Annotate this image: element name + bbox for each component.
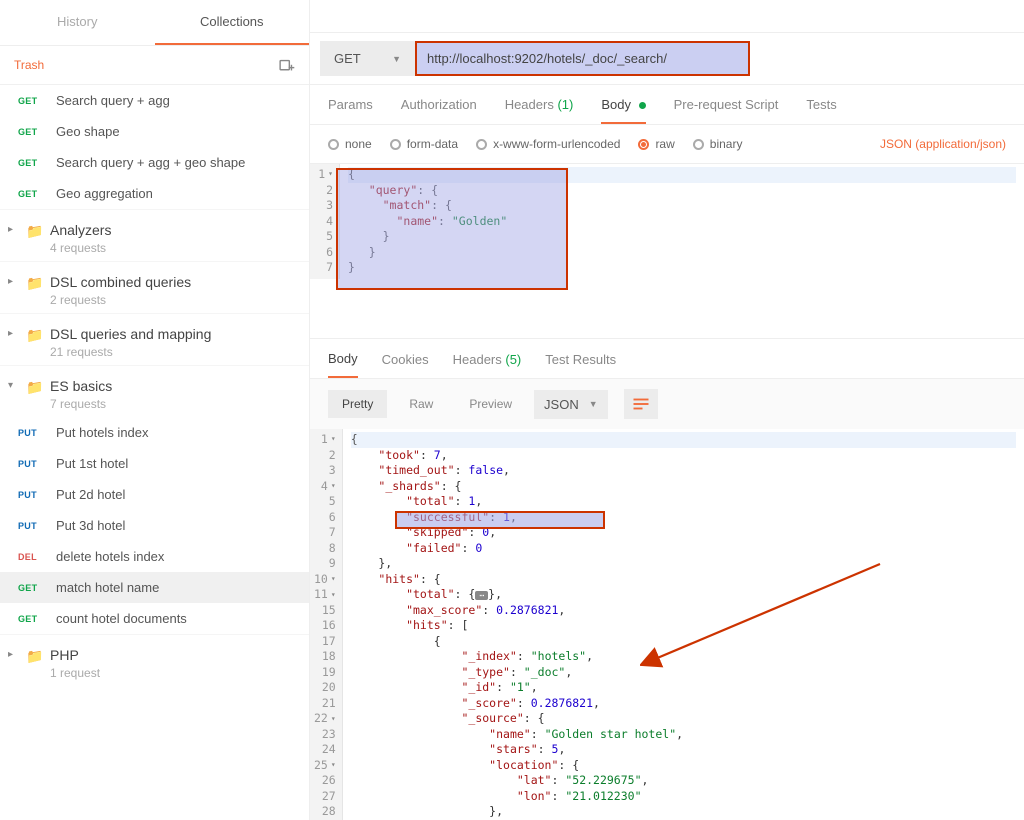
request-name: Put 1st hotel [56,456,128,471]
method-badge: PUT [18,490,42,500]
folder-name: ES basics [50,378,112,394]
method-badge: PUT [18,428,42,438]
url-input[interactable]: http://localhost:9202/hotels/_doc/_searc… [415,41,750,76]
request-name: Put hotels index [56,425,149,440]
folder-name: Analyzers [50,222,111,238]
request-name: Search query + agg + geo shape [56,155,245,170]
tab-collections[interactable]: Collections [155,0,310,45]
sidebar-request[interactable]: GET Search query + agg + geo shape [0,147,309,178]
chevron-down-icon: ▼ [392,54,401,64]
sidebar-request[interactable]: DEL delete hotels index [0,541,309,572]
wrap-lines-icon[interactable] [624,389,658,419]
format-select[interactable]: JSON ▼ [534,390,608,419]
chevron-down-icon: ▼ [589,399,598,409]
sidebar-folder[interactable]: ▸ 📁 DSL queries and mapping 21 requests [0,313,309,365]
sidebar-list[interactable]: GET Search query + agg GET Geo shape GET Sear… [0,85,309,820]
folder-name: DSL queries and mapping [50,326,211,342]
sidebar-folder[interactable]: ▸ 📁 PHP 1 request [0,634,309,686]
resp-tab-tests[interactable]: Test Results [545,352,616,377]
method-badge: GET [18,158,42,168]
url-bar: GET ▼ http://localhost:9202/hotels/_doc/… [310,33,1024,85]
request-name: count hotel documents [56,611,187,626]
tab-authorization[interactable]: Authorization [401,97,477,124]
chevron-icon: ▸ [8,274,18,287]
resp-tab-body[interactable]: Body [328,351,358,378]
method-badge: GET [18,614,42,624]
sidebar-request[interactable]: GET Geo shape [0,116,309,147]
sidebar-folder[interactable]: ▾ 📁 ES basics 7 requests [0,365,309,417]
method-badge: DEL [18,552,42,562]
chevron-icon: ▾ [8,378,18,391]
tab-prerequest[interactable]: Pre-request Script [674,97,779,124]
body-changed-dot-icon [639,102,646,109]
sidebar-request[interactable]: PUT Put 1st hotel [0,448,309,479]
resp-tab-headers[interactable]: Headers (5) [453,352,522,377]
sidebar-request[interactable]: GET Geo aggregation [0,178,309,209]
main-panel: GET ▼ http://localhost:9202/hotels/_doc/… [310,0,1024,820]
radio-formdata[interactable]: form-data [390,137,458,151]
view-preview-btn[interactable]: Preview [455,390,526,418]
folder-count: 4 requests [50,241,111,255]
sidebar-folder[interactable]: ▸ 📁 DSL combined queries 2 requests [0,261,309,313]
chevron-icon: ▸ [8,222,18,235]
method-badge: GET [18,96,42,106]
method-select[interactable]: GET ▼ [320,41,415,76]
radio-none[interactable]: none [328,137,372,151]
request-name: Put 2d hotel [56,487,125,502]
request-name: Search query + agg [56,93,170,108]
method-badge: GET [18,583,42,593]
tab-params[interactable]: Params [328,97,373,124]
sidebar-folder[interactable]: ▸ 📁 Analyzers 4 requests [0,209,309,261]
tab-tests[interactable]: Tests [806,97,836,124]
folder-icon: 📁 [26,378,42,396]
sidebar-request[interactable]: PUT Put hotels index [0,417,309,448]
trash-link[interactable]: Trash [14,58,44,72]
view-raw-btn[interactable]: Raw [395,390,447,418]
folder-icon: 📁 [26,222,42,240]
sidebar: History Collections Trash GET Search quer… [0,0,310,820]
resp-tab-cookies[interactable]: Cookies [382,352,429,377]
folder-icon: 📁 [26,274,42,292]
method-badge: GET [18,127,42,137]
sidebar-request[interactable]: GET Search query + agg [0,85,309,116]
method-badge: PUT [18,521,42,531]
radio-raw[interactable]: raw [638,137,674,151]
request-body-editor[interactable]: 1 ▾234567 { "query": { "match": { "name"… [310,164,1024,338]
tab-headers[interactable]: Headers (1) [505,97,574,124]
response-tabs: Body Cookies Headers (5) Test Results [310,338,1024,378]
request-name: Geo shape [56,124,120,139]
request-name: Put 3d hotel [56,518,125,533]
body-type-row: none form-data x-www-form-urlencoded raw… [310,125,1024,164]
radio-binary[interactable]: binary [693,137,743,151]
request-name: delete hotels index [56,549,164,564]
folder-icon: 📁 [26,326,42,344]
radio-urlencoded[interactable]: x-www-form-urlencoded [476,137,620,151]
sidebar-request[interactable]: GET count hotel documents [0,603,309,634]
folder-count: 1 request [50,666,100,680]
tab-body[interactable]: Body [601,97,645,124]
folder-name: DSL combined queries [50,274,191,290]
response-controls: Pretty Raw Preview JSON ▼ [310,378,1024,429]
sidebar-request[interactable]: PUT Put 3d hotel [0,510,309,541]
content-type-select[interactable]: JSON (application/json) [880,137,1006,151]
tab-history[interactable]: History [0,0,155,45]
method-value: GET [334,51,361,66]
folder-icon: 📁 [26,647,42,665]
sidebar-request[interactable]: PUT Put 2d hotel [0,479,309,510]
method-badge: GET [18,189,42,199]
new-collection-icon[interactable] [277,56,295,74]
view-pretty-btn[interactable]: Pretty [328,390,387,418]
folder-count: 7 requests [50,397,112,411]
folder-count: 21 requests [50,345,211,359]
request-name: Geo aggregation [56,186,153,201]
chevron-icon: ▸ [8,326,18,339]
sidebar-request[interactable]: GET match hotel name [0,572,309,603]
folder-name: PHP [50,647,100,663]
folder-count: 2 requests [50,293,191,307]
request-name: match hotel name [56,580,159,595]
request-tabs: Params Authorization Headers (1) Body Pr… [310,85,1024,125]
chevron-icon: ▸ [8,647,18,660]
response-body-editor[interactable]: 1 ▾234 ▾5678910 ▾11 ▾1516171819202122 ▾2… [310,429,1024,820]
method-badge: PUT [18,459,42,469]
